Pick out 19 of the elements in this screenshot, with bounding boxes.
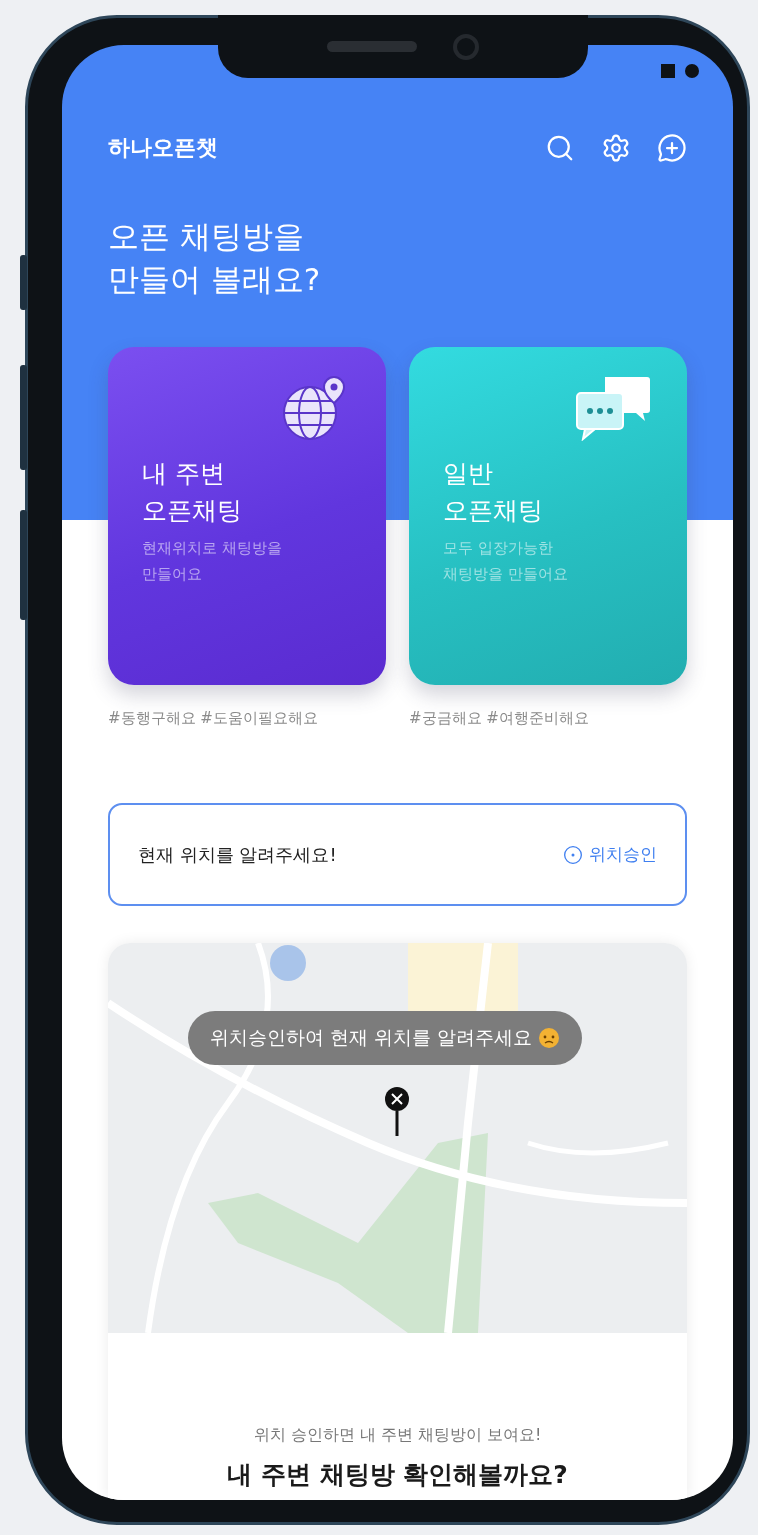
map-pin-icon xyxy=(384,1086,410,1138)
camera-icon xyxy=(453,33,479,60)
settings-button[interactable] xyxy=(601,133,631,163)
location-prompt-text: 현재 위치를 알려주세요! xyxy=(138,842,337,867)
hashtags: #궁금해요 #여행준비해요 xyxy=(409,709,590,728)
search-button[interactable] xyxy=(545,133,575,163)
map-tooltip: 위치승인하여 현재 위치를 알려주세요 xyxy=(188,1011,583,1065)
chat-bubbles-icon xyxy=(575,375,651,441)
app-title: 하나오픈챗 xyxy=(108,134,218,162)
footer-caption: 위치 승인하면 내 주변 채팅방이 보여요! xyxy=(253,1425,542,1446)
chat-type-card[interactable]: 일반 오픈채팅 모두 입장가능한 채팅방을 만들어요 xyxy=(409,347,687,685)
footer-title: 내 주변 채팅방 확인해볼까요? xyxy=(227,1459,568,1491)
target-icon xyxy=(563,844,583,865)
new-chat-button[interactable] xyxy=(657,133,687,163)
location-approve-button[interactable]: 위치승인 xyxy=(563,843,657,866)
sad-face-icon xyxy=(538,1027,561,1049)
hashtags: #동행구해요 #도움이필요해요 xyxy=(108,709,319,728)
headline: 오픈 채팅방을 만들어 볼래요? xyxy=(107,217,322,299)
chat-type-card[interactable]: 내 주변 오픈채팅 현재위치로 채팅방을 만들어요 xyxy=(108,347,386,685)
